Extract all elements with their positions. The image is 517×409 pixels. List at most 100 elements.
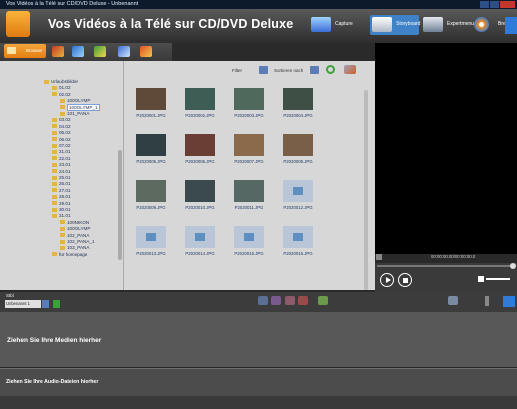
media-thumbnail[interactable] <box>136 226 166 248</box>
tree-node-label: 26.01 <box>59 181 71 187</box>
folder-icon <box>52 124 57 129</box>
tools-icon[interactable] <box>344 65 356 74</box>
minimize-button[interactable] <box>480 1 489 8</box>
tree-node[interactable]: für homepage <box>52 252 87 258</box>
bottom-strip <box>0 396 517 409</box>
copy-icon[interactable] <box>285 296 295 305</box>
folder-icon <box>52 149 57 154</box>
capture-icon <box>311 17 331 32</box>
mode-storyboard-button[interactable]: Storyboard <box>370 15 421 35</box>
thumbnail-label: P2020011.JPG <box>234 205 264 210</box>
storyboard-select[interactable]: Unbenannt 1 <box>5 300 41 308</box>
mode-capture-label: Capture <box>335 21 353 27</box>
sort-dropdown[interactable] <box>310 66 319 74</box>
media-thumbnail[interactable] <box>283 88 313 110</box>
menu-templates-icon[interactable] <box>140 46 152 57</box>
edit-icon[interactable] <box>318 296 328 305</box>
text-icon[interactable] <box>118 46 130 57</box>
mode-capture-button[interactable]: Capture <box>309 15 367 35</box>
disc-icon <box>474 17 489 32</box>
tree-node-label: 103_PANA <box>67 245 90 251</box>
media-thumbnail[interactable] <box>136 134 166 156</box>
effects-icon[interactable] <box>72 46 84 57</box>
media-thumbnail[interactable] <box>185 134 215 156</box>
music-icon[interactable] <box>52 46 64 57</box>
zoom-slider[interactable] <box>485 296 489 306</box>
tree-node-label: 102_PANA <box>67 232 90 238</box>
filter-dropdown[interactable] <box>259 66 268 74</box>
thumbnail-label: P2020009.JPG <box>136 205 166 210</box>
thumbnail-label: P2020016.JPG <box>283 251 313 256</box>
close-preview-icon[interactable] <box>376 254 382 260</box>
media-thumbnail[interactable] <box>234 88 264 110</box>
volume-icon <box>478 276 484 282</box>
media-thumbnail[interactable] <box>283 134 313 156</box>
tree-node-label: 21.01 <box>59 149 71 155</box>
folder-icon <box>52 130 57 135</box>
audio-drop-hint: Ziehen Sie Ihre Audio-Dateien hierher <box>6 379 99 385</box>
tree-node-label: Urlaubsbilder <box>51 79 79 84</box>
folder-icon <box>60 226 65 231</box>
folder-icon <box>60 98 65 103</box>
mode-storyboard-label: Storyboard <box>396 21 421 27</box>
close-button[interactable] <box>500 1 515 8</box>
tree-scrollbar[interactable] <box>118 150 122 260</box>
folder-icon <box>52 143 57 148</box>
tree-node-label: 28.01 <box>59 194 71 200</box>
media-thumbnail[interactable] <box>136 180 166 202</box>
media-thumbnail[interactable] <box>234 134 264 156</box>
timeline-scrubber[interactable] <box>377 265 513 267</box>
tree-node-label: 100NIKON <box>67 219 90 225</box>
tree-node-label: 29.01 <box>59 200 71 206</box>
delete-icon[interactable] <box>298 296 308 305</box>
media-thumbnail[interactable] <box>185 226 215 248</box>
media-thumbnail[interactable] <box>136 88 166 110</box>
help-button[interactable] <box>505 17 517 34</box>
media-thumbnail[interactable] <box>185 88 215 110</box>
transitions-icon[interactable] <box>94 46 106 57</box>
tree-node-label: 27.01 <box>59 187 71 193</box>
layout-toggle-icon[interactable] <box>503 296 515 307</box>
tree-node-label: 100OLYMP <box>67 226 91 232</box>
tree-node-label: 24.01 <box>59 168 71 174</box>
media-thumbnail[interactable] <box>283 180 313 202</box>
mode-expertmenu-button[interactable]: Expertmenu <box>421 15 474 35</box>
mode-expertmenu-label: Expertmenu <box>447 21 474 27</box>
play-button[interactable] <box>380 273 394 287</box>
chevron-down-icon[interactable] <box>42 300 49 308</box>
tree-node-label: 02.02 <box>59 91 71 97</box>
volume-slider[interactable] <box>486 278 510 280</box>
folder-icon <box>44 79 49 84</box>
tree-node-label: 102_PANA_1 <box>67 239 95 244</box>
filter-label: Filter <box>232 68 242 73</box>
undo-icon[interactable] <box>258 296 268 305</box>
thumbnail-label: P2020014.JPG <box>185 251 215 256</box>
tree-node-label: 22.01 <box>59 155 71 161</box>
maximize-button[interactable] <box>490 1 499 8</box>
tree-node-label: 100OLYMP_1 <box>67 103 100 111</box>
gallery-scrollbar[interactable] <box>364 90 368 290</box>
scrubber-handle[interactable] <box>510 263 516 269</box>
media-thumbnail[interactable] <box>234 226 264 248</box>
app-logo-icon <box>6 11 30 37</box>
preview-screen <box>375 43 517 254</box>
folder-icon <box>60 239 65 244</box>
tree-node-label: 01.02 <box>59 85 71 91</box>
refresh-icon[interactable] <box>326 65 335 74</box>
tree-node-label: 07.02 <box>59 143 71 148</box>
cut-icon[interactable] <box>271 296 281 305</box>
thumbnail-label: P2020003.JPG <box>234 113 264 118</box>
thumbnail-label: P2020002.JPG <box>185 113 215 118</box>
add-storyboard-icon[interactable] <box>53 300 60 308</box>
tab-browser[interactable]: Browser <box>4 44 46 58</box>
thumbnail-label: P2020008.JPG <box>283 159 313 164</box>
folder-icon <box>52 85 57 90</box>
media-thumbnail[interactable] <box>185 180 215 202</box>
settings-icon[interactable] <box>448 296 458 305</box>
thumbnail-label: P2020010.JPG <box>185 205 215 210</box>
tree-node-label: 101_PANA <box>67 111 90 116</box>
media-thumbnail[interactable] <box>283 226 313 248</box>
folder-icon <box>52 162 57 167</box>
media-thumbnail[interactable] <box>234 180 264 202</box>
stop-button[interactable] <box>398 273 412 287</box>
